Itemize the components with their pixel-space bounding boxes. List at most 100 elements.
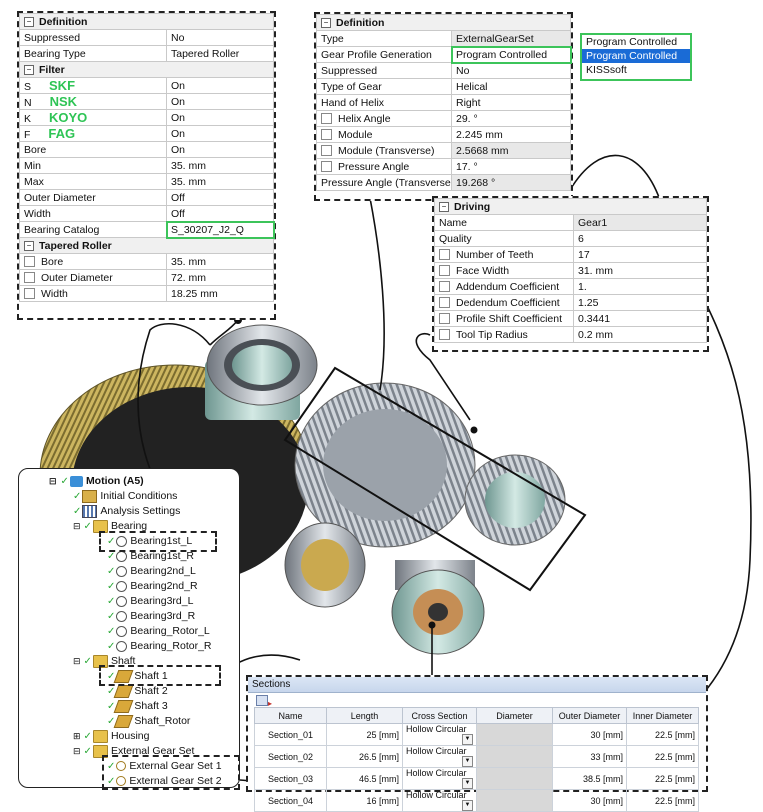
checkbox[interactable] <box>24 288 35 300</box>
tree-item-shaft-3[interactable]: ✓ Shaft 3 <box>97 699 168 714</box>
prop-row-suppressed[interactable]: Suppressed No <box>19 29 274 46</box>
section-cell-cross-section[interactable]: Hollow Circular ▼ <box>402 745 477 768</box>
collapse-icon[interactable]: − <box>321 17 331 28</box>
expand-toggle-icon[interactable]: ⊟ <box>73 521 81 531</box>
collapse-icon[interactable]: − <box>24 64 34 75</box>
prop-row-type-of-gear[interactable]: Type of Gear Helical <box>316 78 571 95</box>
prop-row-module[interactable]: Module 2.245 mm <box>316 126 571 143</box>
prop-row-helix-angle[interactable]: Helix Angle 29. ° <box>316 110 571 127</box>
prop-row-face-width[interactable]: Face Width 31. mm <box>434 262 707 279</box>
col-inner-diameter[interactable]: Inner Diameter <box>626 707 699 724</box>
section-cell-cross-section[interactable]: Hollow Circular ▼ <box>402 723 477 746</box>
prop-row-bearing-type[interactable]: Bearing Type Tapered Roller <box>19 45 274 62</box>
prop-row-dedendum[interactable]: Dedendum Coefficient 1.25 <box>434 294 707 311</box>
expand-toggle-icon[interactable]: ⊞ <box>73 731 81 741</box>
tree-item-initial-conditions[interactable]: ✓ Initial Conditions <box>73 489 177 504</box>
tree-item-analysis-settings[interactable]: ✓ Analysis Settings <box>73 504 180 519</box>
section-cell-cross-section[interactable]: Hollow Circular ▼ <box>402 767 477 790</box>
section-cell-inner-diameter[interactable]: 22.5 [mm] <box>626 767 699 790</box>
prop-row-tr-outer-diameter[interactable]: Outer Diameter 72. mm <box>19 269 274 286</box>
dropdown-option-program-controlled[interactable]: Program Controlled <box>582 49 690 63</box>
tree-item-bearing-rotor-l[interactable]: ✓ Bearing_Rotor_L <box>97 624 210 639</box>
prop-row-pressure-angle-transverse[interactable]: Pressure Angle (Transverse) 19.268 ° <box>316 174 571 191</box>
section-cell-outer-diameter[interactable]: 30 [mm] <box>552 789 627 812</box>
prop-row-quality[interactable]: Quality 6 <box>434 230 707 247</box>
tree-item-bearing2nd-l[interactable]: ✓ Bearing2nd_L <box>97 564 196 579</box>
collapse-icon[interactable]: ⊟ <box>49 476 57 486</box>
checkbox[interactable] <box>24 272 35 284</box>
checkbox[interactable] <box>439 281 450 293</box>
prop-row-pressure-angle[interactable]: Pressure Angle 17. ° <box>316 158 571 175</box>
prop-row-koyo[interactable]: K KOYO On <box>19 109 274 126</box>
prop-row-bearing-catalog[interactable]: Bearing Catalog S_30207_J2_Q <box>19 220 275 239</box>
prop-row-module-transverse[interactable]: Module (Transverse) 2.5668 mm <box>316 142 571 159</box>
tree-item-housing[interactable]: ⊞ ✓ Housing <box>73 729 149 744</box>
gear-profile-generation-value[interactable]: Program Controlled <box>450 45 572 64</box>
prop-row-addendum[interactable]: Addendum Coefficient 1. <box>434 278 707 295</box>
prop-row-hand-of-helix[interactable]: Hand of Helix Right <box>316 94 571 111</box>
prop-row-profile-shift[interactable]: Profile Shift Coefficient 0.3441 <box>434 310 707 327</box>
section-cell-length[interactable]: 26.5 [mm] <box>326 745 403 768</box>
prop-row-max[interactable]: Max 35. mm <box>19 173 274 190</box>
checkbox[interactable] <box>321 129 332 141</box>
section-cell-inner-diameter[interactable]: 22.5 [mm] <box>626 723 699 746</box>
collapse-icon[interactable]: − <box>24 240 34 251</box>
section-cell-name[interactable]: Section_03 <box>254 767 327 790</box>
section-cell-inner-diameter[interactable]: 22.5 [mm] <box>626 745 699 768</box>
collapse-icon[interactable]: − <box>24 16 34 27</box>
tree-item-shaft-2[interactable]: ✓ Shaft 2 <box>97 684 168 699</box>
prop-row-tr-width[interactable]: Width 18.25 mm <box>19 285 274 302</box>
col-length[interactable]: Length <box>326 707 403 724</box>
col-diameter[interactable]: Diameter <box>476 707 553 724</box>
expand-toggle-icon[interactable]: ⊟ <box>73 746 81 756</box>
tree-root-motion[interactable]: ⊟ ✓ Motion (A5) <box>49 474 144 489</box>
bearing-catalog-value[interactable]: S_30207_J2_Q <box>165 220 275 239</box>
tree-item-shaft-rotor[interactable]: ✓ Shaft_Rotor <box>97 714 190 729</box>
tree-item-bearing-rotor-r[interactable]: ✓ Bearing_Rotor_R <box>97 639 212 654</box>
filter-header[interactable]: − Filter <box>19 61 274 78</box>
prop-row-type[interactable]: Type ExternalGearSet <box>316 30 571 47</box>
section-cell-name[interactable]: Section_02 <box>254 745 327 768</box>
section-cell-length[interactable]: 16 [mm] <box>326 789 403 812</box>
prop-row-outer-diameter[interactable]: Outer Diameter Off <box>19 189 274 206</box>
checkbox[interactable] <box>24 256 35 268</box>
col-name[interactable]: Name <box>254 707 327 724</box>
collapse-icon[interactable]: − <box>439 201 449 212</box>
prop-row-gear-suppressed[interactable]: Suppressed No <box>316 62 571 79</box>
section-cell-name[interactable]: Section_01 <box>254 723 327 746</box>
gear-profile-dropdown[interactable]: Program Controlled Program Controlled KI… <box>580 33 692 81</box>
prop-row-tool-tip-radius[interactable]: Tool Tip Radius 0.2 mm <box>434 326 707 343</box>
checkbox[interactable] <box>439 297 450 309</box>
prop-row-nsk[interactable]: N NSK On <box>19 93 274 110</box>
prop-row-fag[interactable]: F FAG On <box>19 125 274 142</box>
checkbox[interactable] <box>439 329 450 341</box>
checkbox[interactable] <box>439 313 450 325</box>
tree-item-bearing3rd-l[interactable]: ✓ Bearing3rd_L <box>97 594 193 609</box>
section-row[interactable]: Section_01 25 [mm] Hollow Circular ▼ 30 [mm]… <box>254 723 699 746</box>
prop-row-tr-bore[interactable]: Bore 35. mm <box>19 253 274 270</box>
dropdown-option-kisssoft[interactable]: KISSsoft <box>582 63 690 77</box>
col-outer-diameter[interactable]: Outer Diameter <box>552 707 627 724</box>
tree-item-bearing2nd-r[interactable]: ✓ Bearing2nd_R <box>97 579 198 594</box>
dropdown-current-value[interactable]: Program Controlled <box>582 35 690 49</box>
dropdown-arrow-icon[interactable]: ▼ <box>462 756 473 767</box>
checkbox[interactable] <box>439 249 450 261</box>
dropdown-arrow-icon[interactable]: ▼ <box>462 778 473 789</box>
dropdown-arrow-icon[interactable]: ▼ <box>462 734 473 745</box>
tapered-roller-header[interactable]: − Tapered Roller <box>19 237 274 254</box>
prop-row-gear-profile-generation[interactable]: Gear Profile Generation Program Controlle… <box>316 45 572 64</box>
tree-item-bearing3rd-r[interactable]: ✓ Bearing3rd_R <box>97 609 195 624</box>
section-cell-length[interactable]: 25 [mm] <box>326 723 403 746</box>
checkbox[interactable] <box>439 265 450 277</box>
section-cell-outer-diameter[interactable]: 38.5 [mm] <box>552 767 627 790</box>
prop-row-bore[interactable]: Bore On <box>19 141 274 158</box>
col-cross-section[interactable]: Cross Section <box>402 707 477 724</box>
driving-header[interactable]: − Driving <box>434 198 707 215</box>
checkbox[interactable] <box>321 161 332 173</box>
section-cell-length[interactable]: 46.5 [mm] <box>326 767 403 790</box>
section-cell-outer-diameter[interactable]: 33 [mm] <box>552 745 627 768</box>
bearing-definition-header[interactable]: − Definition <box>19 13 274 30</box>
section-cell-name[interactable]: Section_04 <box>254 789 327 812</box>
section-row[interactable]: Section_03 46.5 [mm] Hollow Circular ▼ 38.5 … <box>254 767 699 790</box>
prop-row-width[interactable]: Width Off <box>19 205 274 222</box>
